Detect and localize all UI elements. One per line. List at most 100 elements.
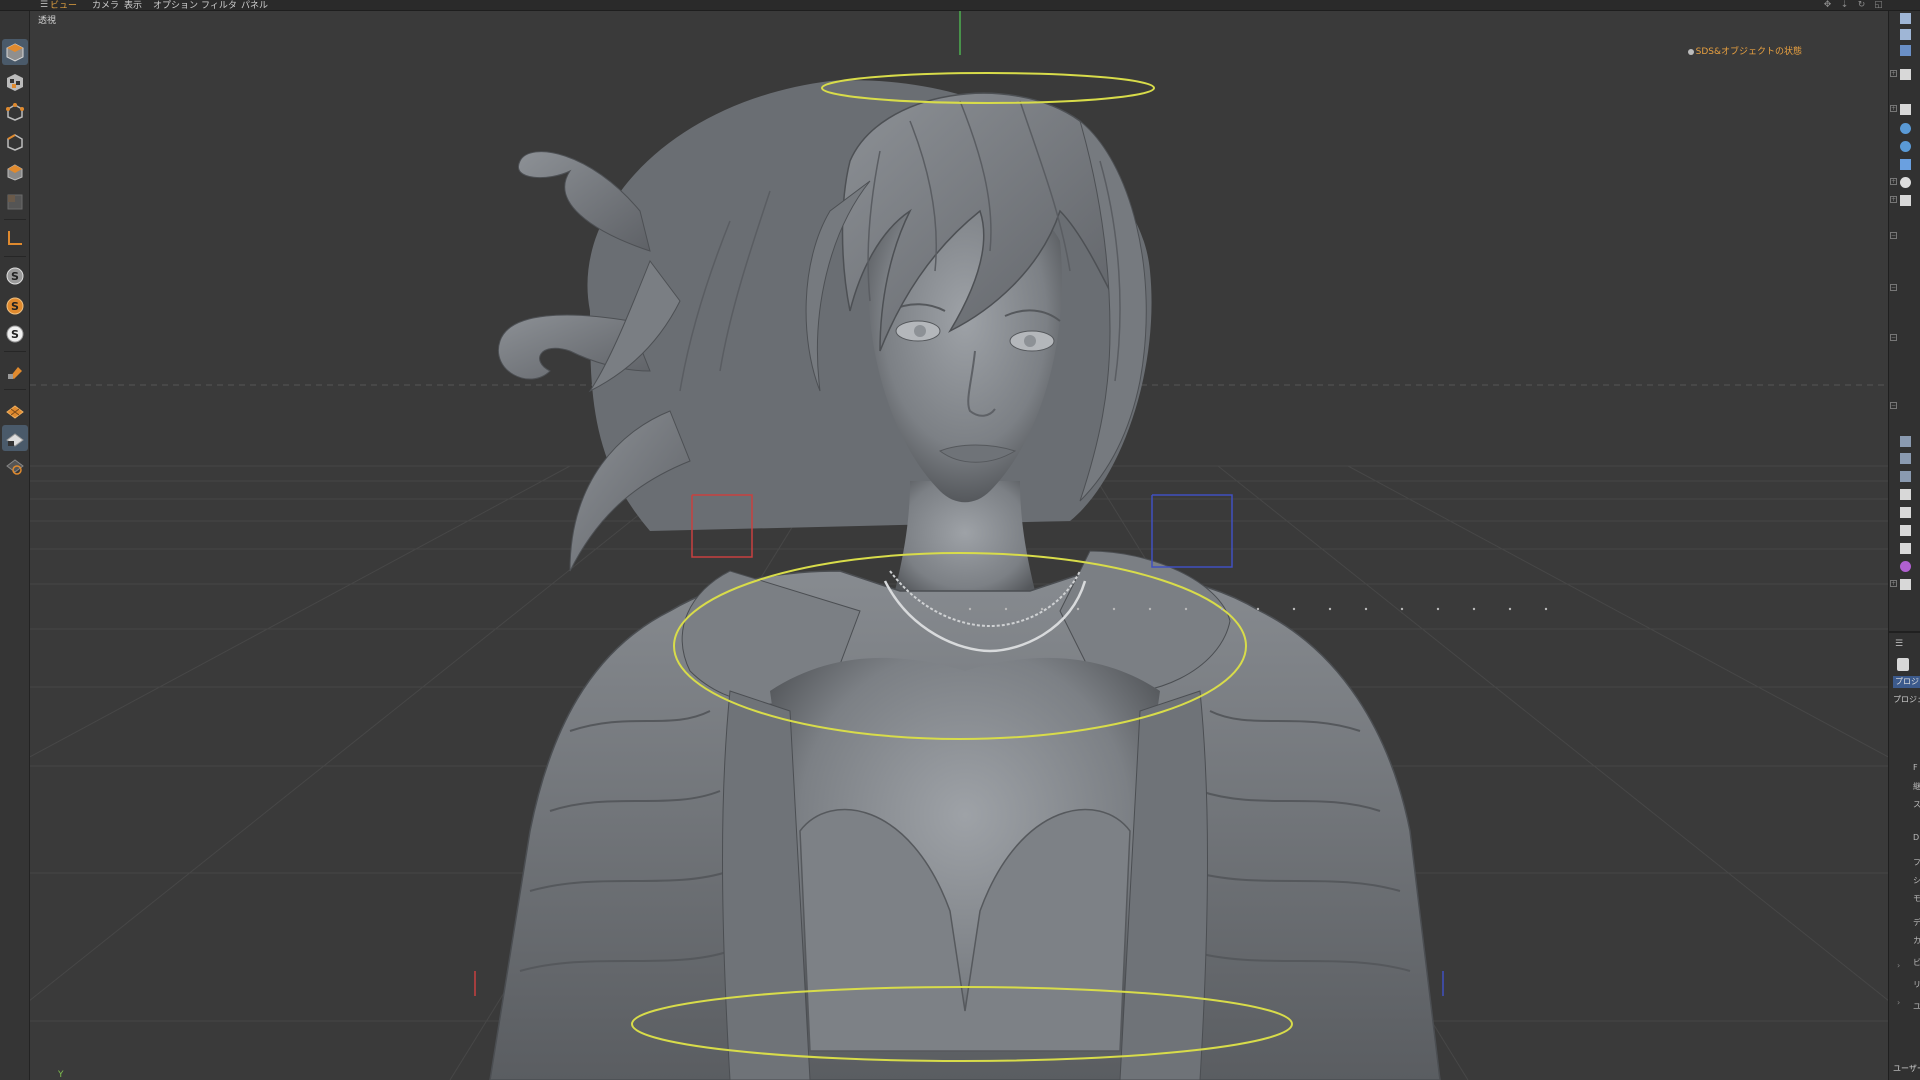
null-object-icon <box>1900 45 1911 56</box>
expand-icon[interactable]: + <box>1890 105 1897 112</box>
menu-display[interactable]: 表示 <box>124 0 142 11</box>
move-view-icon[interactable]: ✥ <box>1822 0 1833 10</box>
object-row[interactable]: + <box>1889 579 1920 591</box>
3d-viewport[interactable]: 透視 SDS&オブジェクトの状態 Y <box>30 11 1888 1080</box>
menu-cameras[interactable]: カメラ <box>92 0 119 11</box>
viewport-camera-label[interactable]: 透視 <box>38 13 56 26</box>
expand-icon[interactable]: + <box>1890 580 1897 587</box>
uv-mode-button[interactable] <box>2 189 28 215</box>
sds-object-icon <box>1900 123 1911 134</box>
attributes-menu-icon[interactable]: ☰ <box>1895 639 1903 649</box>
info-object-icon <box>1900 177 1911 188</box>
object-row[interactable] <box>1889 471 1920 483</box>
menu-options[interactable]: オプション <box>153 0 198 11</box>
attr-label: リ <box>1913 979 1920 990</box>
object-row[interactable] <box>1889 45 1920 57</box>
object-row[interactable] <box>1889 159 1920 171</box>
object-row[interactable] <box>1889 123 1920 135</box>
chevron-right-icon[interactable]: › <box>1897 961 1900 970</box>
object-row[interactable]: − <box>1889 333 1920 345</box>
cinema4d-window: ☰ ビュー カメラ 表示 オプション フィルタ パネル ✥ ⇣ ↻ ◱ S S … <box>0 0 1920 1080</box>
menu-panel[interactable]: パネル <box>241 0 268 11</box>
object-row[interactable]: − <box>1889 401 1920 413</box>
attr-label: ス <box>1913 799 1920 810</box>
object-row[interactable] <box>1889 507 1920 519</box>
grid-lock-button[interactable] <box>2 425 28 451</box>
attr-label: ビ <box>1913 957 1920 968</box>
expand-icon[interactable]: − <box>1890 402 1897 409</box>
expand-icon[interactable]: + <box>1890 178 1897 185</box>
project-icon <box>1897 658 1909 671</box>
attr-label: ユ <box>1913 1001 1920 1012</box>
object-row[interactable]: − <box>1889 283 1920 295</box>
bone-object-icon <box>1900 453 1911 464</box>
object-row[interactable] <box>1889 489 1920 501</box>
model-mode-button[interactable] <box>2 39 28 65</box>
object-row[interactable]: + <box>1889 177 1920 189</box>
texture-mode-icon <box>7 74 23 91</box>
grid-lock-icon <box>6 433 24 447</box>
layer-object-icon <box>1900 507 1911 518</box>
object-row[interactable] <box>1889 436 1920 448</box>
layer-object-icon <box>1900 543 1911 554</box>
chevron-right-icon[interactable]: › <box>1897 998 1900 1007</box>
object-row[interactable] <box>1889 13 1920 25</box>
material-object-icon <box>1900 561 1911 572</box>
object-row[interactable]: + <box>1889 104 1920 116</box>
viewport-menubar: ☰ ビュー カメラ 表示 オプション フィルタ パネル ✥ ⇣ ↻ ◱ <box>0 0 1920 11</box>
snap-button[interactable]: S <box>2 263 28 289</box>
svg-text:S: S <box>11 328 19 341</box>
svg-text:S: S <box>11 270 19 283</box>
workplane-icon <box>6 405 24 419</box>
workplane-button[interactable] <box>2 397 28 423</box>
attributes-mode-label: プロジェクト <box>1893 695 1920 704</box>
object-row[interactable] <box>1889 525 1920 537</box>
snap-alt-icon: S <box>6 297 24 315</box>
zoom-view-icon[interactable]: ⇣ <box>1839 0 1850 10</box>
hud-status-label: SDS&オブジェクトの状態 <box>1687 44 1802 57</box>
object-row[interactable] <box>1889 141 1920 153</box>
maximize-view-icon[interactable]: ◱ <box>1873 0 1884 10</box>
attr-label: シ <box>1913 875 1920 886</box>
right-panel: + + + + − − − − + ☰ プロジェクト プロジェクト F 継 ス … <box>1888 11 1920 1080</box>
viewport-scene[interactable] <box>30 11 1888 1080</box>
menu-filter[interactable]: フィルタ <box>201 0 237 11</box>
layer-object-icon <box>1900 579 1911 590</box>
polygon-mode-button[interactable] <box>2 159 28 185</box>
object-row[interactable]: + <box>1889 69 1920 81</box>
object-row[interactable]: − <box>1889 231 1920 243</box>
expand-icon[interactable]: − <box>1890 232 1897 239</box>
sds-object-icon <box>1900 141 1911 152</box>
object-row[interactable] <box>1889 543 1920 555</box>
point-mode-icon <box>6 103 24 121</box>
snap-settings-button[interactable]: S <box>2 321 28 347</box>
world-axis-label: Y <box>58 1070 64 1080</box>
edge-mode-button[interactable] <box>2 129 28 155</box>
point-mode-button[interactable] <box>2 99 28 125</box>
menu-view[interactable]: ビュー <box>50 0 77 11</box>
panel-divider[interactable] <box>1889 631 1920 633</box>
right-iris <box>1024 335 1036 347</box>
axis-button[interactable] <box>2 225 28 251</box>
object-row[interactable]: + <box>1889 195 1920 207</box>
viewport-nav-controls: ✥ ⇣ ↻ ◱ <box>1822 0 1884 11</box>
expand-icon[interactable]: + <box>1890 70 1897 77</box>
attr-label: モ <box>1913 893 1920 904</box>
magnet-button[interactable] <box>2 359 28 385</box>
expand-icon[interactable]: − <box>1890 284 1897 291</box>
hamburger-menu-icon[interactable]: ☰ <box>40 1 50 10</box>
workplane-settings-button[interactable] <box>2 453 28 479</box>
object-row[interactable] <box>1889 453 1920 465</box>
attr-label: デ <box>1913 917 1920 928</box>
expand-icon[interactable]: − <box>1890 334 1897 341</box>
left-iris <box>914 325 926 337</box>
texture-mode-button[interactable] <box>2 69 28 95</box>
object-row[interactable] <box>1889 561 1920 573</box>
object-row[interactable] <box>1889 29 1920 41</box>
rotate-view-icon[interactable]: ↻ <box>1856 0 1867 10</box>
attributes-tab-project[interactable]: プロジェクト <box>1893 676 1920 688</box>
expand-icon[interactable]: + <box>1890 196 1897 203</box>
snap-alt-button[interactable]: S <box>2 293 28 319</box>
layer-object-icon <box>1900 195 1911 206</box>
user-data-label: ユーザー <box>1893 1064 1920 1073</box>
